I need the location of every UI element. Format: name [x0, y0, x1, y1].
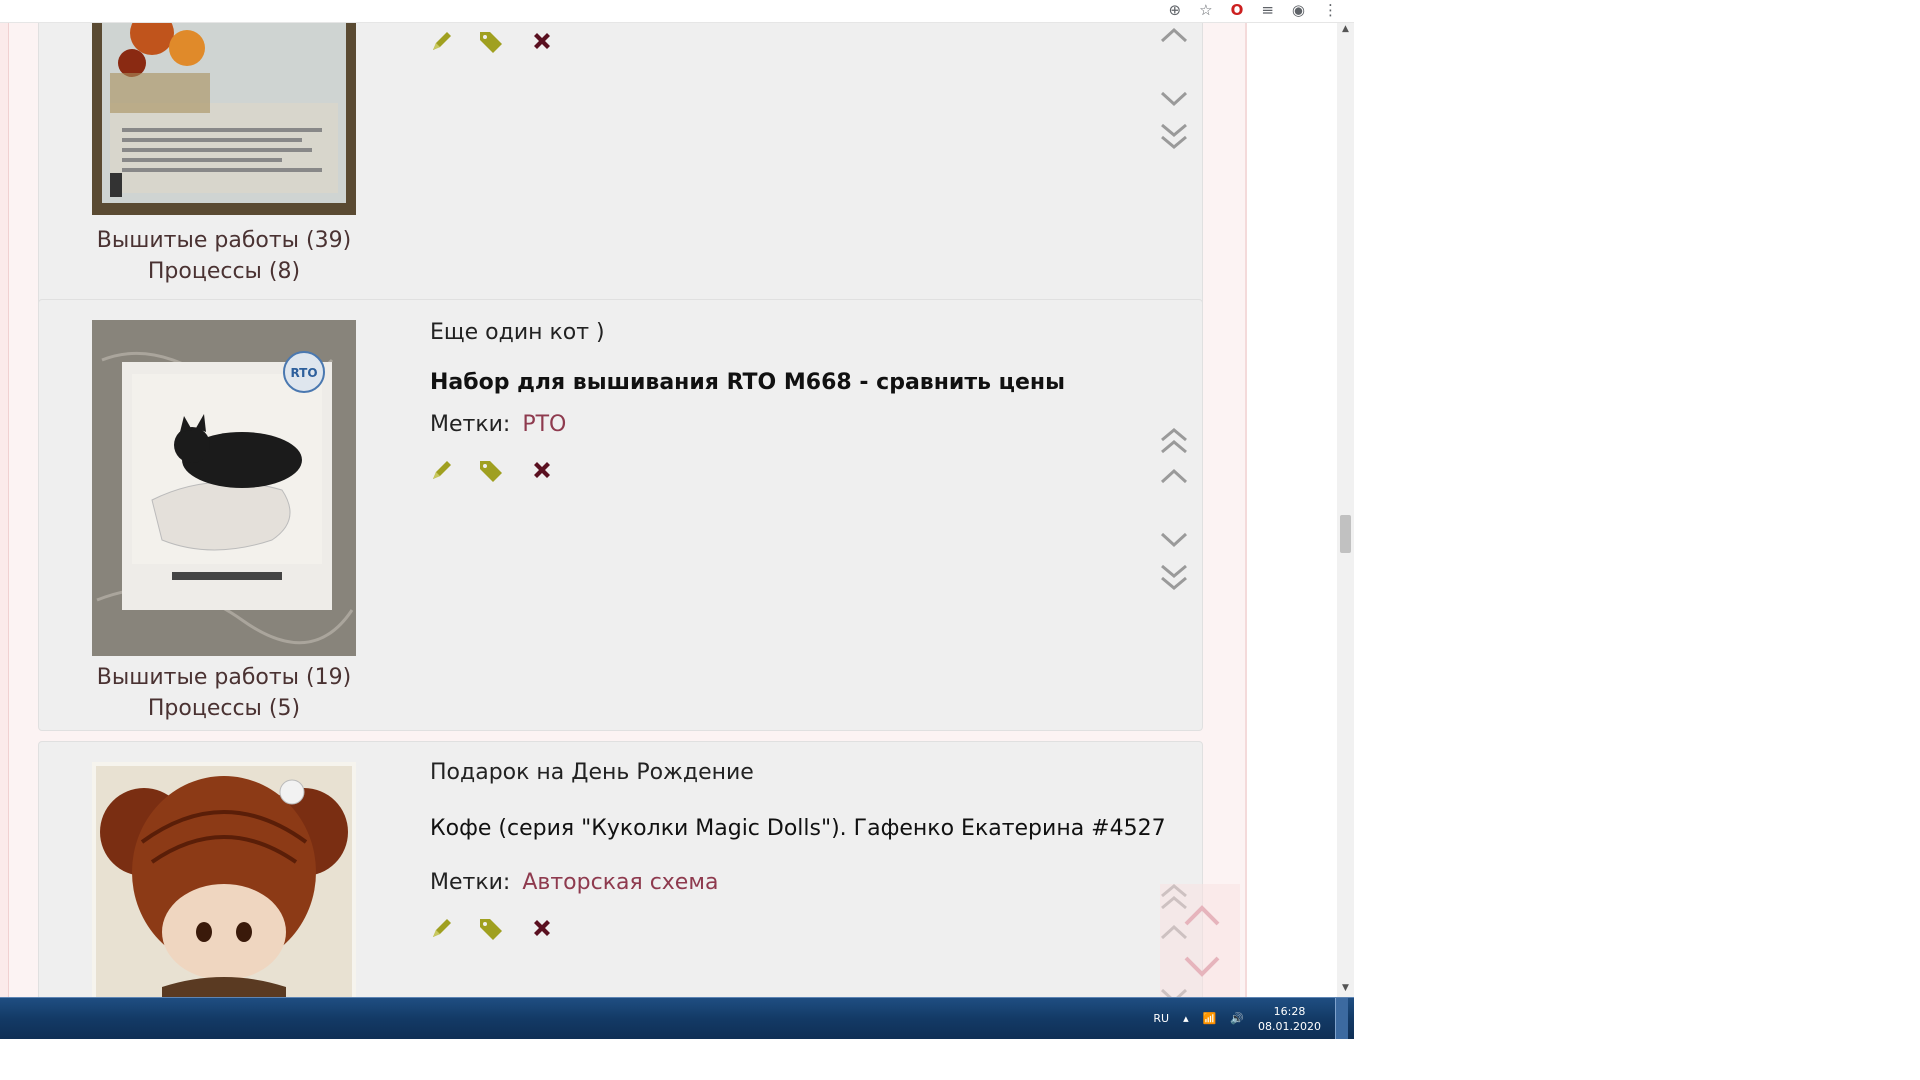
processes-link[interactable]: Процессы (8): [79, 256, 369, 287]
star-icon[interactable]: ☆: [1199, 1, 1212, 19]
kit-tags: Метки: Авторская схема: [430, 870, 718, 895]
language-indicator[interactable]: RU: [1153, 1012, 1169, 1025]
tag-link[interactable]: Авторская схема: [522, 870, 718, 895]
kit-actions: [430, 916, 554, 940]
move-top-icon[interactable]: [1157, 424, 1191, 456]
scroll-to-bottom-icon[interactable]: [1182, 952, 1222, 980]
network-icon[interactable]: 📶: [1203, 1012, 1217, 1025]
tags-label: Метки:: [430, 412, 511, 437]
kit-title: Еще один кот ): [430, 320, 605, 345]
tray-expand-icon[interactable]: ▴: [1183, 1012, 1189, 1025]
menu-icon[interactable]: ⋮: [1323, 1, 1338, 19]
windows-taskbar: RU ▴ 📶 🔊 16:28 08.01.2020: [0, 997, 1354, 1039]
kit-subtitle-link[interactable]: Набор для вышивания RTO M668 - сравнить …: [430, 370, 1065, 395]
kit-counts: Вышитые работы (39) Процессы (8): [79, 225, 369, 287]
edit-pencil-icon[interactable]: [430, 458, 454, 482]
kit-image-black-cat: RTO: [92, 320, 356, 656]
delete-icon[interactable]: [530, 29, 554, 53]
move-up-icon[interactable]: [1157, 464, 1191, 490]
scroll-down-arrow-icon[interactable]: ▼: [1337, 983, 1354, 997]
page-left-border: [0, 22, 9, 997]
move-down-icon[interactable]: [1157, 85, 1191, 111]
kit-tags: Метки: РТО: [430, 412, 566, 437]
playlist-icon[interactable]: ≡: [1261, 1, 1274, 19]
embroidered-works-link[interactable]: Вышитые работы (39): [79, 225, 369, 256]
edit-pencil-icon[interactable]: [430, 916, 454, 940]
page-right-margin: [1247, 22, 1337, 997]
page-scrollbar[interactable]: ▲ ▼: [1337, 22, 1354, 997]
kit-title: Подарок на День Рождение: [430, 760, 754, 785]
kit-subtitle-link[interactable]: Кофе (серия "Куколки Magic Dolls"). Гафе…: [430, 816, 1166, 841]
kit-counts: Вышитые работы (19) Процессы (5): [79, 662, 369, 724]
tags-icon[interactable]: [478, 29, 506, 53]
kit-image-doll: [92, 762, 356, 997]
show-desktop-button[interactable]: [1335, 998, 1348, 1039]
delete-icon[interactable]: [530, 458, 554, 482]
kit-card: Подарок на День Рождение Кофе (серия "Ку…: [38, 741, 1203, 997]
scroll-up-arrow-icon[interactable]: ▲: [1337, 24, 1354, 38]
volume-icon[interactable]: 🔊: [1230, 1012, 1244, 1025]
kit-card: Вышитые работы (39) Процессы (8): [38, 22, 1203, 311]
clock-time: 16:28: [1273, 1004, 1306, 1018]
kit-thumbnail[interactable]: [92, 22, 356, 215]
kit-thumbnail[interactable]: RTO: [92, 320, 356, 656]
zoom-icon[interactable]: ⊕: [1169, 1, 1182, 19]
scroll-to-top-icon[interactable]: [1182, 900, 1222, 928]
kit-image-flowers: [92, 22, 356, 215]
tag-link[interactable]: РТО: [522, 412, 566, 437]
browser-toolbar-icons: ⊕ ☆ O ≡ ◉ ⋮: [1169, 1, 1338, 19]
move-bottom-icon[interactable]: [1157, 562, 1191, 594]
edit-pencil-icon[interactable]: [430, 29, 454, 53]
processes-link[interactable]: Процессы (5): [79, 693, 369, 724]
kit-thumbnail[interactable]: [92, 762, 356, 997]
page-viewport: Вышитые работы (39) Процессы (8) RTO Выш…: [0, 22, 1337, 997]
kit-actions: [430, 458, 554, 482]
move-down-icon[interactable]: [1157, 526, 1191, 552]
move-up-icon[interactable]: [1157, 23, 1191, 49]
profile-icon[interactable]: ◉: [1292, 1, 1305, 19]
tags-icon[interactable]: [478, 458, 506, 482]
kit-actions: [430, 29, 554, 53]
delete-icon[interactable]: [530, 916, 554, 940]
floating-scroll-nav: [1160, 884, 1240, 997]
scrollbar-thumb[interactable]: [1340, 515, 1351, 553]
kit-card: RTO Вышитые работы (19) Процессы (5) Еще…: [38, 299, 1203, 731]
opera-icon[interactable]: O: [1231, 1, 1244, 19]
clock-date: 08.01.2020: [1258, 1019, 1321, 1033]
embroidered-works-link[interactable]: Вышитые работы (19): [79, 662, 369, 693]
tags-icon[interactable]: [478, 916, 506, 940]
rto-logo: RTO: [290, 366, 317, 380]
system-tray: RU ▴ 📶 🔊 16:28 08.01.2020: [1153, 998, 1354, 1039]
tags-label: Метки:: [430, 870, 511, 895]
move-bottom-icon[interactable]: [1157, 121, 1191, 153]
browser-toolbar: ⊕ ☆ O ≡ ◉ ⋮: [0, 0, 1354, 23]
taskbar-clock[interactable]: 16:28 08.01.2020: [1258, 1004, 1321, 1034]
